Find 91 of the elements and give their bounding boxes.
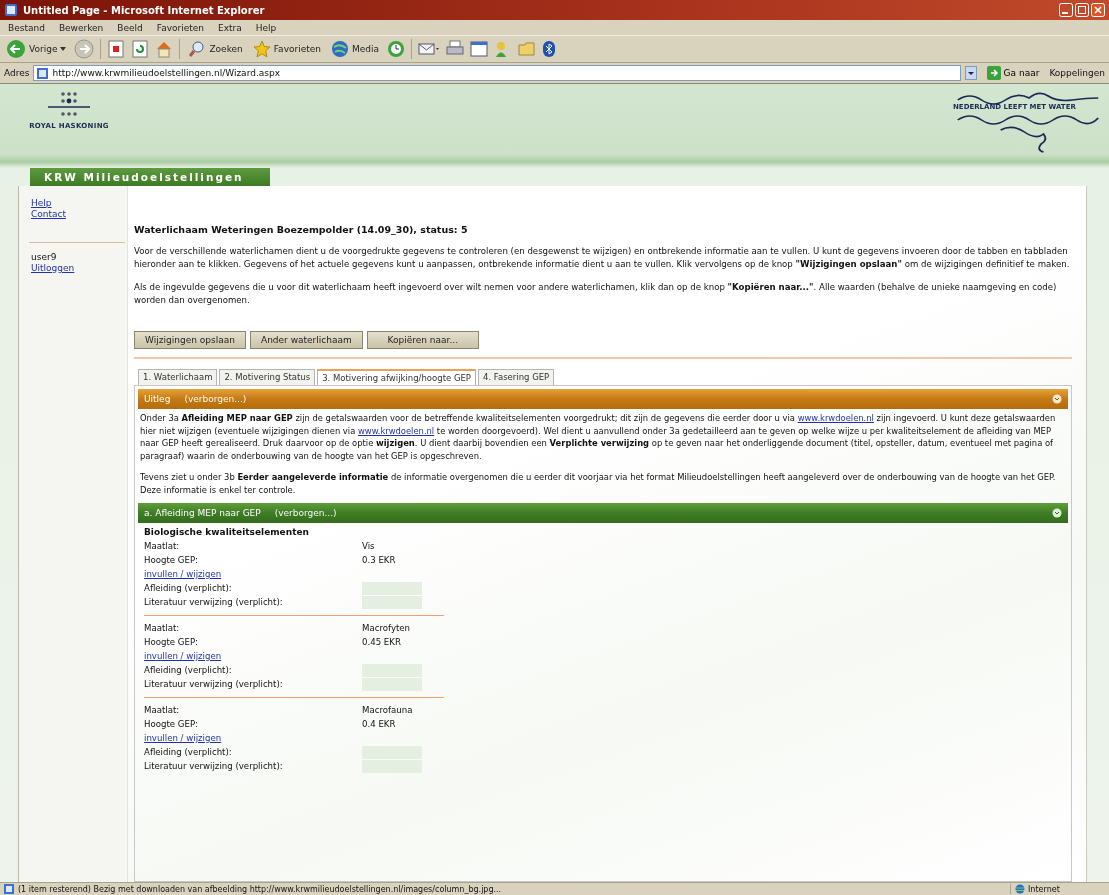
- bar-title: a. Afleiding MEP naar GEP: [144, 507, 261, 518]
- input-field[interactable]: [362, 582, 422, 596]
- forward-icon[interactable]: [74, 39, 95, 59]
- media-button[interactable]: Media: [329, 39, 381, 59]
- go-icon: [986, 66, 1001, 80]
- tab[interactable]: 3. Motivering afwijking/hoogte GEP: [317, 369, 476, 385]
- field-value: Macrofauna: [362, 703, 414, 717]
- zone-text: Internet: [1028, 884, 1060, 894]
- field-label: Hoogte GEP:: [144, 717, 199, 731]
- explanation-text: Onder 3a Afleiding MEP naar GEP zijn de getalswaarden voor de betreffende kwaliteitselementen voorgedrukt; dit zijn de gegevens die eerder door u via www.krwdoelen.nl zijn ingevoerd. U kunt deze getalswaarden hier niet wijzigen (eventuele wijzigingen dienen via www.krwdoelen.nl te worden doorgevoerd). Wel dient u aanvullend onder 3a gedetailleerd aan te geven op welke wijze u per kwaliteitselement de afleiding van MEP naar GEP heeft gerealiseerd. Druk daarvoor op de optie wijzigen. U dient daarbij bovendien een Verplichte verwijzing op te geven naar het onderliggende document (titel, opsteller, datum, eventueel met pagina of paragraaf) waarin de onderbouwing van de hoogte van het GEP is opgeschreven.: [140, 412, 1057, 463]
- field-label: Literatuur verwijzing (verplicht):: [144, 678, 284, 692]
- explanation-text: Tevens ziet u onder 3b Eerder aangeleverde informatie de informatie overgenomen die u eerder dit voorjaar via het format Milieudoelstellingen heeft aangeleverd over de onderbouwing van de hoogte van het GEP. Deze informatie is enkel ter controle.: [140, 471, 1057, 497]
- instruction-text: Voor de verschillende waterlichamen dient u de voorgedrukte gegevens te controleren (en desgewenst te wijzigen) en ontbrekende informatie aan te vullen. U kunt de gegevens invoeren door de tabben en tabbladen hieronder aan te klikken. Gegevens of het actuele gegevens kunt u aanpassen, ontbrekende informatie dient u aan te vullen. Klik vervolgens op de knop "Wijzigingen opslaan" om de wijzigingen definitief te maken.: [134, 245, 1071, 271]
- back-icon: [6, 39, 26, 59]
- menu-item[interactable]: Extra: [218, 22, 242, 33]
- status-text: (1 item resterend) Bezig met downloaden van afbeelding http://www.krwmilieudoelstellingen.nl/images/column_bg.jpg...: [18, 884, 503, 894]
- toggle-text: (verborgen...): [184, 394, 247, 404]
- field-label: Afleiding (verplicht):: [144, 664, 233, 678]
- field-label: Literatuur verwijzing (verplicht):: [144, 760, 284, 774]
- bluetooth-icon[interactable]: [542, 40, 556, 58]
- menu-item[interactable]: Beeld: [117, 22, 143, 33]
- refresh-icon[interactable]: [131, 40, 150, 58]
- collapse-icon[interactable]: [1052, 507, 1062, 518]
- web-link[interactable]: www.krwdoelen.nl: [357, 425, 435, 436]
- action-button[interactable]: Kopiëren naar...: [366, 331, 479, 349]
- web-link[interactable]: www.krwdoelen.nl: [797, 413, 874, 423]
- favorites-button[interactable]: Favorieten: [250, 39, 323, 59]
- tab[interactable]: 4. Fasering GEP: [478, 369, 555, 385]
- edit-link[interactable]: invullen / wijzigen: [144, 732, 222, 746]
- browser-icon: [4, 3, 18, 17]
- address-label: Adres: [4, 68, 30, 78]
- field-label: Afleiding (verplicht):: [144, 746, 233, 760]
- stop-icon[interactable]: [107, 40, 126, 58]
- field-value: 0.3 EKR: [362, 553, 397, 567]
- edit-link[interactable]: invullen / wijzigen: [144, 567, 222, 582]
- logout-link[interactable]: Uitloggen: [31, 263, 127, 273]
- field-value: 0.4 EKR: [362, 717, 397, 731]
- field-label: Maatlat:: [144, 539, 181, 553]
- field-value: Vis: [362, 539, 376, 553]
- field-label: Hoogte GEP:: [144, 553, 199, 567]
- field-value: Macrofyten: [362, 621, 412, 635]
- field-label: Literatuur verwijzing (verplicht):: [144, 596, 284, 610]
- links-label[interactable]: Koppelingen: [1049, 68, 1105, 78]
- history-icon[interactable]: [387, 40, 405, 58]
- tab[interactable]: 1. Waterlichaam: [138, 369, 218, 385]
- dropdown-icon[interactable]: [964, 66, 977, 80]
- home-icon[interactable]: [155, 40, 174, 58]
- bar-title: Uitleg: [144, 394, 171, 404]
- field-label: Afleiding (verplicht):: [144, 582, 233, 596]
- sidebar-link[interactable]: Contact: [31, 209, 127, 219]
- menu-item[interactable]: Help: [255, 22, 277, 33]
- window-title: Untitled Page - Microsoft Internet Explorer: [23, 4, 266, 16]
- maximize-icon[interactable]: [1075, 3, 1089, 17]
- tab[interactable]: 2. Motivering Status: [219, 369, 316, 385]
- section-bar[interactable]: a. Afleiding MEP naar GEP (verborgen...): [138, 502, 1068, 523]
- page-heading: Waterlichaam Weteringen Boezempolder (14.09_30), status: 5: [134, 224, 469, 235]
- field-label: Hoogte GEP:: [144, 635, 199, 649]
- section-heading: Biologische kwaliteitselementen: [144, 526, 310, 537]
- menu-item[interactable]: Bestand: [8, 22, 45, 33]
- user-name: user9: [31, 252, 58, 262]
- globe-icon: [331, 40, 349, 58]
- input-field[interactable]: [362, 664, 422, 678]
- globe-icon: [1015, 884, 1025, 894]
- close-icon[interactable]: [1091, 3, 1105, 17]
- field-label: Maatlat:: [144, 621, 181, 635]
- minimize-icon[interactable]: [1059, 3, 1073, 17]
- menu-item[interactable]: Favorieten: [156, 22, 204, 33]
- field-label: Maatlat:: [144, 703, 181, 717]
- mail-icon[interactable]: [418, 40, 440, 58]
- edit-link[interactable]: invullen / wijzigen: [144, 650, 222, 664]
- toggle-text: (verborgen...): [274, 507, 337, 518]
- action-button[interactable]: Ander waterlichaam: [250, 331, 363, 349]
- go-button[interactable]: Ga naar: [980, 65, 1046, 81]
- input-field[interactable]: [362, 596, 422, 610]
- caret-icon: [60, 47, 67, 51]
- app-banner: KRW Milieudoelstellingen: [30, 168, 270, 186]
- page-icon: [37, 67, 49, 79]
- search-icon: [188, 40, 207, 58]
- field-value: 0.45 EKR: [362, 635, 402, 649]
- page-icon: [4, 884, 14, 894]
- star-icon: [252, 40, 271, 58]
- collapse-icon[interactable]: [1052, 394, 1062, 404]
- action-button[interactable]: Wijzigingen opslaan: [134, 331, 246, 349]
- menu-item[interactable]: Bewerken: [58, 22, 104, 33]
- printer-icon[interactable]: [446, 40, 464, 58]
- instruction-text: Als de ingevulde gegevens die u voor dit waterlichaam heeft ingevoerd over wilt nemen voor andere waterlichamen, klik dan op de knop "Kopiëren naar...". Alle waarden (behalve de unieke naamgeving en code) worden dan overgenomen.: [134, 281, 1058, 307]
- search-button[interactable]: Zoeken: [186, 39, 245, 59]
- address-field[interactable]: http://www.krwmilieudoelstellingen.nl/Wizard.aspx: [33, 65, 961, 81]
- back-button[interactable]: Vorige: [4, 38, 69, 60]
- sidebar-link[interactable]: Help: [31, 198, 127, 208]
- input-field[interactable]: [362, 678, 422, 692]
